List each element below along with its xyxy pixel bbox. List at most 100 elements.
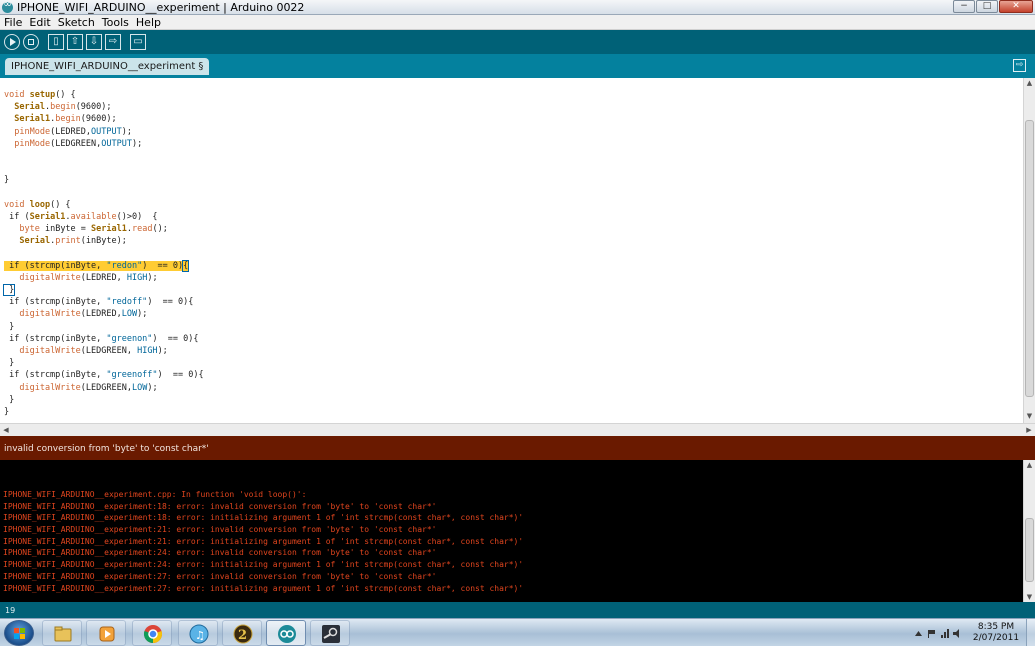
window-title-bar[interactable]: IPHONE_WIFI_ARDUINO__experiment | Arduin…	[0, 0, 1035, 15]
code-editor[interactable]: void setup() { Serial.begin(9600); Seria…	[0, 78, 1023, 423]
console-line: IPHONE_WIFI_ARDUINO__experiment:24: erro…	[3, 548, 437, 558]
verify-icon[interactable]	[4, 34, 20, 50]
toolbar: ▯ ⇧ ⇩ ⇨ ▭	[0, 30, 1035, 54]
console-line: IPHONE_WIFI_ARDUINO__experiment:27: erro…	[3, 571, 437, 581]
taskbar-item-explorer[interactable]	[42, 620, 82, 646]
console-line: IPHONE_WIFI_ARDUINO__experiment:18: erro…	[3, 513, 524, 523]
open-icon[interactable]: ⇧	[67, 34, 83, 50]
windows-logo-icon	[14, 628, 25, 639]
clock-date: 2/07/2011	[972, 633, 1020, 643]
status-message: invalid conversion from 'byte' to 'const…	[4, 444, 209, 454]
console-text: IPHONE_WIFI_ARDUINO__experiment.cpp: In …	[3, 489, 523, 594]
arduino-app-icon	[2, 0, 13, 13]
upload-icon[interactable]: ⇨	[105, 34, 121, 50]
menu-help[interactable]: Help	[133, 16, 164, 29]
code-line: pinMode(LEDGREEN,OUTPUT);	[14, 138, 143, 149]
code-line: }	[4, 394, 15, 405]
console-line: IPHONE_WIFI_ARDUINO__experiment:18: erro…	[3, 501, 437, 511]
game-2-icon: 2	[233, 624, 253, 644]
scroll-right-icon[interactable]: ▶	[1023, 424, 1035, 436]
console-line: IPHONE_WIFI_ARDUINO__experiment:21: erro…	[3, 525, 437, 535]
media-player-icon	[99, 626, 115, 642]
taskbar-item-arduino[interactable]	[266, 620, 306, 646]
taskbar: ♫ 2 8:35 PM 2/07/2011	[0, 618, 1035, 646]
code-line: }	[4, 358, 15, 369]
menu-tools[interactable]: Tools	[99, 16, 132, 29]
window-title: IPHONE_WIFI_ARDUINO__experiment | Arduin…	[17, 0, 305, 14]
new-icon[interactable]: ▯	[48, 34, 64, 50]
code-line: }	[4, 406, 10, 417]
arduino-icon	[278, 625, 296, 643]
code-line: Serial.print(inByte);	[19, 236, 127, 247]
code-text: void setup() { Serial.begin(9600); Seria…	[2, 89, 204, 418]
code-line: if (strcmp(inByte, "greenoff") == 0){	[4, 370, 204, 381]
volume-icon[interactable]	[953, 629, 962, 638]
clock-time: 8:35 PM	[977, 622, 1015, 632]
menu-bar: File Edit Sketch Tools Help	[0, 15, 1035, 30]
tab-sketch[interactable]: IPHONE_WIFI_ARDUINO__experiment §	[5, 58, 210, 75]
code-line: }	[4, 321, 15, 332]
code-line-highlighted: if (strcmp(inByte, "redon") == 0){	[4, 259, 190, 272]
tab-menu-icon[interactable]: ⇨	[1013, 59, 1026, 72]
editor-vertical-scrollbar[interactable]: ▲ ▼	[1023, 78, 1035, 423]
console-scroll-up-icon[interactable]: ▲	[1024, 461, 1035, 469]
scroll-left-icon[interactable]: ◀	[0, 424, 12, 436]
chrome-icon	[143, 625, 163, 643]
console-line: IPHONE_WIFI_ARDUINO__experiment.cpp: In …	[3, 490, 307, 499]
save-icon[interactable]: ⇩	[86, 34, 102, 50]
taskbar-item-game[interactable]: 2	[222, 620, 262, 646]
code-line: digitalWrite(LEDRED, HIGH);	[19, 272, 158, 283]
minimize-button[interactable]: −	[953, 0, 975, 13]
stop-icon[interactable]	[23, 34, 39, 50]
itunes-icon: ♫	[189, 624, 209, 644]
taskbar-item-media-player[interactable]	[86, 620, 126, 646]
show-desktop-button[interactable]	[1026, 619, 1035, 646]
system-tray: 8:35 PM 2/07/2011	[907, 619, 1035, 646]
status-bar: invalid conversion from 'byte' to 'const…	[0, 436, 1035, 460]
console-scroll-thumb[interactable]	[1025, 518, 1034, 582]
console-line: IPHONE_WIFI_ARDUINO__experiment:27: erro…	[3, 583, 524, 593]
code-line: Serial.begin(9600);	[14, 102, 112, 113]
svg-text:♫: ♫	[195, 629, 205, 642]
taskbar-item-steam[interactable]	[310, 620, 350, 646]
steam-icon	[322, 625, 340, 643]
taskbar-item-chrome[interactable]	[132, 620, 172, 646]
clock[interactable]: 8:35 PM 2/07/2011	[968, 622, 1024, 644]
maximize-button[interactable]: □	[976, 0, 998, 13]
code-line: void loop() {	[4, 199, 71, 210]
close-button[interactable]: ✕	[999, 0, 1033, 13]
editor-scroll-thumb[interactable]	[1025, 120, 1034, 397]
code-line: }	[2, 284, 16, 296]
console-line: IPHONE_WIFI_ARDUINO__experiment:21: erro…	[3, 536, 524, 546]
tab-bar: IPHONE_WIFI_ARDUINO__experiment § ⇨	[0, 54, 1035, 78]
code-line: if (Serial1.available()>0) {	[4, 211, 158, 222]
code-line: pinMode(LEDRED,OUTPUT);	[14, 126, 132, 137]
code-line: byte inByte = Serial1.read();	[19, 224, 168, 235]
svg-text:2: 2	[238, 628, 247, 643]
serial-monitor-icon[interactable]: ▭	[130, 34, 146, 50]
code-line: digitalWrite(LEDGREEN,LOW);	[19, 382, 158, 393]
network-icon[interactable]	[940, 629, 949, 638]
flag-icon[interactable]	[927, 629, 936, 638]
console-output[interactable]: IPHONE_WIFI_ARDUINO__experiment.cpp: In …	[0, 460, 1023, 602]
taskbar-item-itunes[interactable]: ♫	[178, 620, 218, 646]
menu-file[interactable]: File	[1, 16, 25, 29]
scroll-down-icon[interactable]: ▼	[1024, 412, 1035, 422]
code-line: digitalWrite(LEDRED,LOW);	[19, 309, 148, 320]
menu-sketch[interactable]: Sketch	[55, 16, 98, 29]
tray-arrow-icon[interactable]	[914, 629, 923, 638]
scroll-up-icon[interactable]: ▲	[1024, 79, 1035, 89]
code-line: digitalWrite(LEDGREEN, HIGH);	[19, 345, 168, 356]
windows-explorer-icon	[54, 626, 72, 642]
code-line: Serial1.begin(9600);	[14, 114, 117, 125]
code-line: void setup() {	[4, 90, 76, 100]
console-scroll-down-icon[interactable]: ▼	[1024, 593, 1035, 601]
menu-edit[interactable]: Edit	[26, 16, 53, 29]
editor-horizontal-scrollbar[interactable]: ◀ ▶	[0, 423, 1035, 436]
start-button[interactable]	[4, 620, 34, 646]
code-line: }	[4, 175, 10, 186]
console-scrollbar[interactable]: ▲ ▼	[1023, 460, 1035, 602]
